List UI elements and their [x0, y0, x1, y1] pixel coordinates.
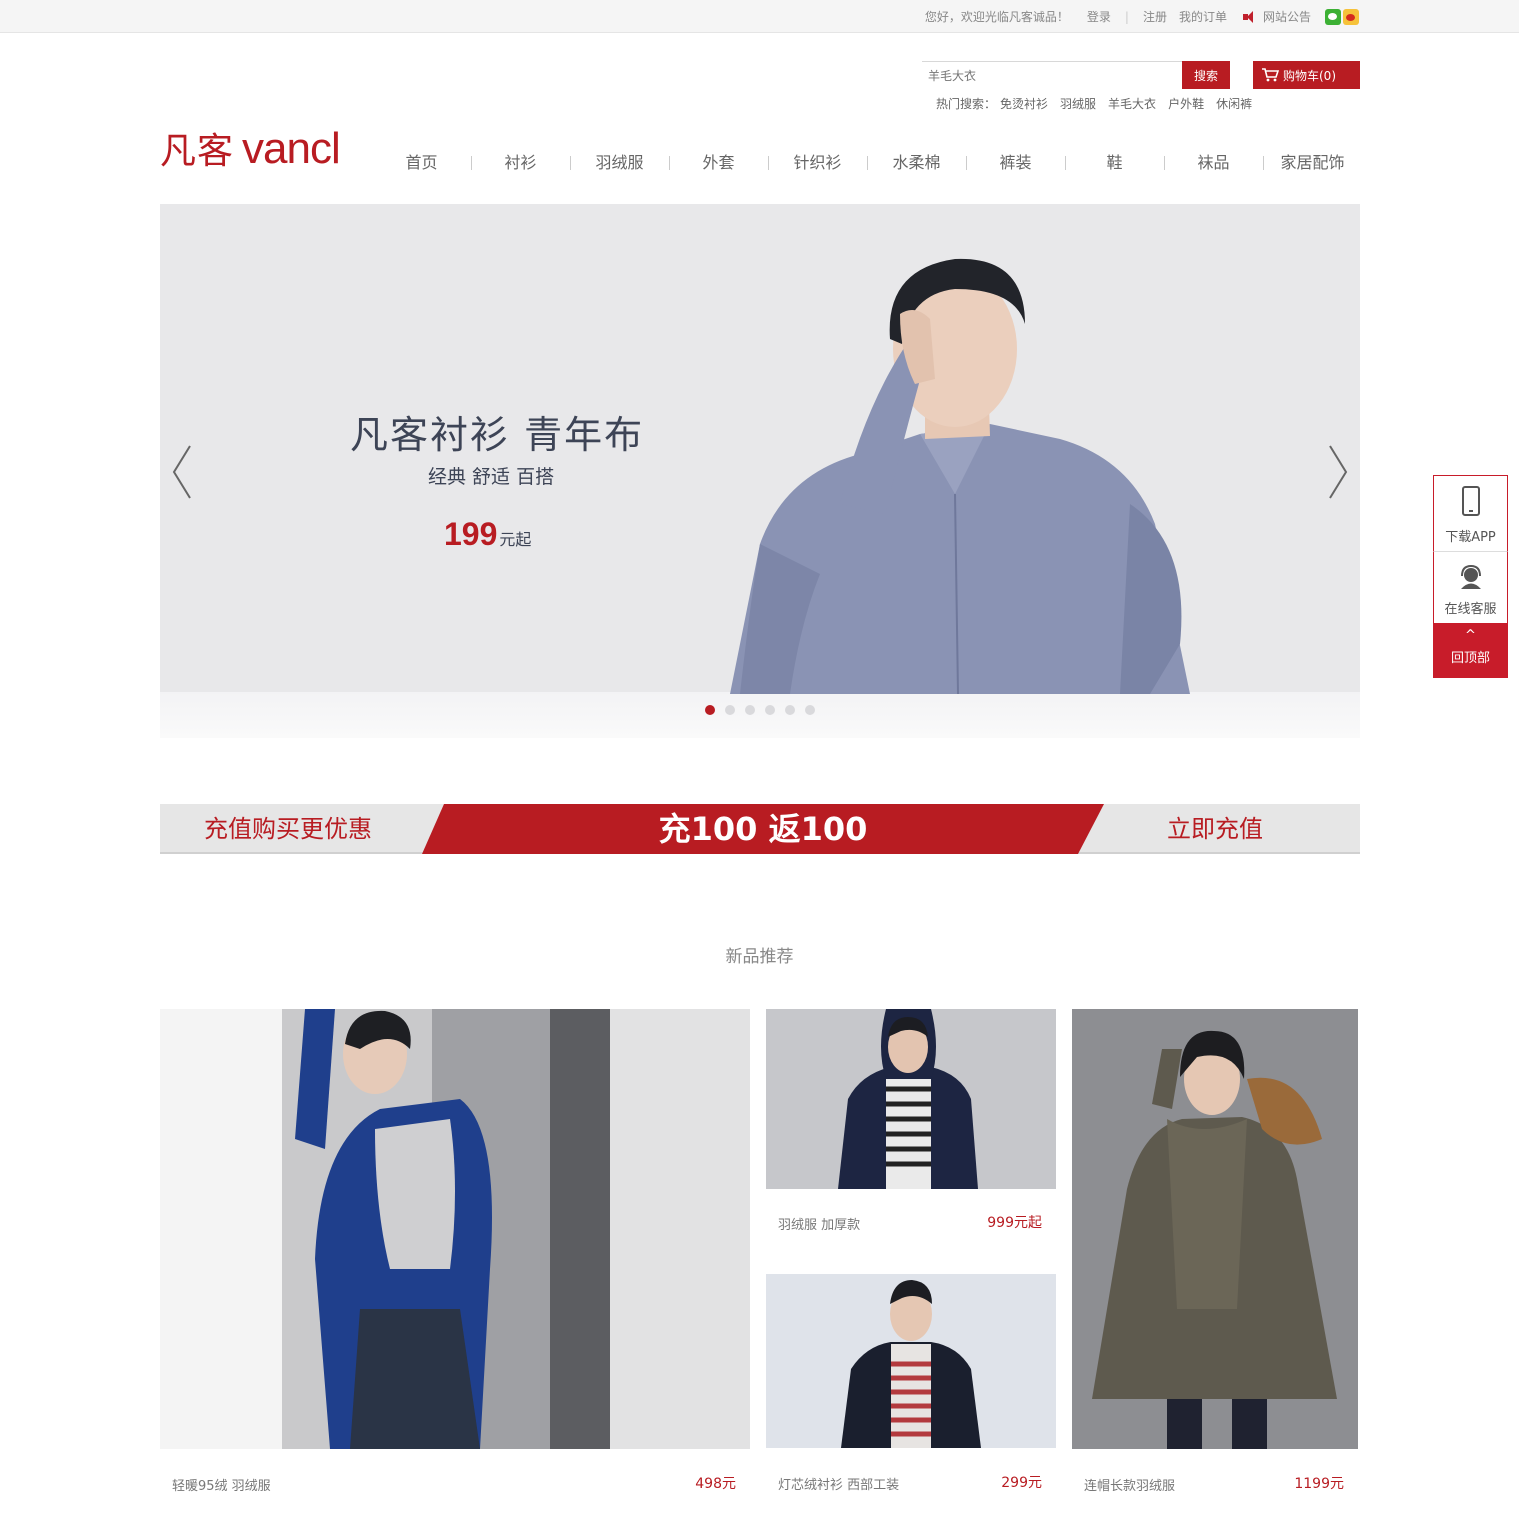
online-service-button[interactable]: 在线客服 [1433, 551, 1508, 623]
hot-search-term[interactable]: 免烫衬衫 [1000, 95, 1048, 112]
hot-search-term[interactable]: 羊毛大衣 [1108, 95, 1156, 112]
download-app-button[interactable]: 下载APP [1433, 475, 1508, 551]
nav-item-home-accessories[interactable]: 家居配饰 [1263, 148, 1362, 178]
recharge-promo[interactable]: 充值购买更优惠 充100 返100 立即充值 [160, 804, 1360, 854]
download-app-label: 下载APP [1445, 530, 1496, 545]
cart-label: 购物车(0) [1283, 68, 1336, 83]
banner-subtitle: 经典 舒适 百搭 [428, 466, 555, 488]
product-name: 轻暖95绒 羽绒服 [172, 1479, 271, 1494]
register-link[interactable]: 注册 [1143, 8, 1167, 25]
product-price: 498元 [695, 1476, 736, 1492]
nav-item-outerwear[interactable]: 外套 [669, 148, 768, 178]
logo[interactable]: 凡客 vancl [160, 122, 341, 173]
banner-price-value: 199 [444, 516, 498, 552]
recharge-now-link[interactable]: 立即充值 [1167, 804, 1263, 854]
slide-dot[interactable] [805, 705, 815, 715]
site-notice-link[interactable]: 网站公告 [1263, 8, 1311, 25]
product-card[interactable]: 灯芯绒衬衫 西部工装 299元 [766, 1274, 1056, 1519]
chevron-right-icon[interactable] [1326, 444, 1350, 500]
search-input[interactable] [922, 61, 1182, 89]
slide-dot[interactable] [725, 705, 735, 715]
top-bar-links: 您好，欢迎光临凡客诚品！ 登录 | 注册 我的订单 网站公告 [925, 0, 1359, 33]
hot-search-term[interactable]: 户外鞋 [1168, 95, 1204, 112]
nav-item-down-jackets[interactable]: 羽绒服 [570, 148, 669, 178]
search-button[interactable]: 搜索 [1182, 61, 1230, 89]
product-image [160, 1009, 750, 1449]
nav-item-home[interactable]: 首页 [372, 148, 471, 178]
product-price: 299元 [1001, 1475, 1042, 1491]
product-card[interactable]: 连帽长款羽绒服 1199元 [1072, 1009, 1358, 1519]
nav-item-shoes[interactable]: 鞋 [1065, 148, 1164, 178]
nav-item-socks[interactable]: 袜品 [1164, 148, 1263, 178]
welcome-text: 您好，欢迎光临凡客诚品！ [924, 10, 1069, 24]
slide-dot[interactable] [745, 705, 755, 715]
slide-dot[interactable] [765, 705, 775, 715]
back-to-top-button[interactable]: ^ 回顶部 [1433, 623, 1508, 678]
nav-item-shirts[interactable]: 衬衫 [471, 148, 570, 178]
product-card[interactable]: 羽绒服 加厚款 999元起 [766, 1009, 1056, 1257]
cart-button[interactable]: 购物车(0) [1253, 61, 1360, 89]
online-service-label: 在线客服 [1444, 602, 1497, 617]
hot-search-term[interactable]: 羽绒服 [1060, 95, 1096, 112]
main-nav: 首页 衬衫 羽绒服 外套 针织衫 水柔棉 裤装 鞋 袜品 家居配饰 [372, 148, 1364, 178]
top-bar: 您好，欢迎光临凡客诚品！ 登录 | 注册 我的订单 网站公告 [0, 0, 1519, 33]
logo-en: vancl [242, 124, 341, 173]
banner-price-unit: 元起 [499, 530, 532, 549]
product-image [766, 1009, 1056, 1189]
hot-search: 热门搜索： 免烫衬衫 羽绒服 羊毛大衣 户外鞋 休闲裤 [936, 95, 1264, 112]
banner-title: 凡客衬衫 青年布 [350, 413, 645, 457]
phone-icon [1462, 486, 1480, 516]
wechat-icon[interactable] [1325, 8, 1341, 25]
product-image [766, 1274, 1056, 1448]
product-name: 灯芯绒衬衫 西部工装 [778, 1478, 900, 1493]
login-link[interactable]: 登录 [1087, 8, 1111, 25]
product-price: 1199元 [1294, 1476, 1344, 1492]
hot-search-term[interactable]: 休闲裤 [1216, 95, 1252, 112]
section-title: 新品推荐 [725, 947, 794, 967]
weibo-icon[interactable] [1343, 8, 1359, 25]
customer-service-icon [1461, 564, 1481, 589]
arrow-up-icon: ^ [1465, 628, 1476, 643]
product-card[interactable]: 轻暖95绒 羽绒服 498元 [160, 1009, 750, 1519]
nav-item-pants[interactable]: 裤装 [966, 148, 1065, 178]
product-price: 999元起 [987, 1215, 1042, 1231]
slide-dot[interactable] [785, 705, 795, 715]
product-name: 连帽长款羽绒服 [1084, 1479, 1176, 1494]
hot-search-label: 热门搜索： [936, 97, 997, 111]
banner-price: 199 元起 [444, 516, 531, 553]
promo-middle-text: 充100 返100 [658, 810, 868, 848]
my-orders-link[interactable]: 我的订单 [1179, 8, 1227, 25]
side-float-panel: 下载APP 在线客服 ^ 回顶部 [1433, 475, 1508, 678]
slide-dot[interactable] [705, 705, 715, 715]
banner-model-image [730, 258, 1190, 694]
hero-banner[interactable]: 凡客衬衫 青年布 经典 舒适 百搭 199 元起 [160, 204, 1360, 738]
banner-floor [160, 692, 1360, 738]
slide-indicators [705, 705, 825, 715]
promo-middle: 充100 返100 [422, 804, 1104, 854]
cart-icon [1262, 68, 1279, 82]
speaker-icon [1242, 10, 1257, 23]
top-bar-separator: | [1124, 9, 1129, 24]
promo-left-text: 充值购买更优惠 [204, 815, 372, 843]
chevron-left-icon[interactable] [170, 444, 194, 500]
nav-item-knitwear[interactable]: 针织衫 [768, 148, 867, 178]
product-image [1072, 1009, 1358, 1449]
product-name: 羽绒服 加厚款 [778, 1218, 861, 1233]
nav-item-soft-cotton[interactable]: 水柔棉 [867, 148, 966, 178]
logo-cn: 凡客 [160, 131, 235, 172]
back-to-top-label: 回顶部 [1450, 651, 1490, 666]
